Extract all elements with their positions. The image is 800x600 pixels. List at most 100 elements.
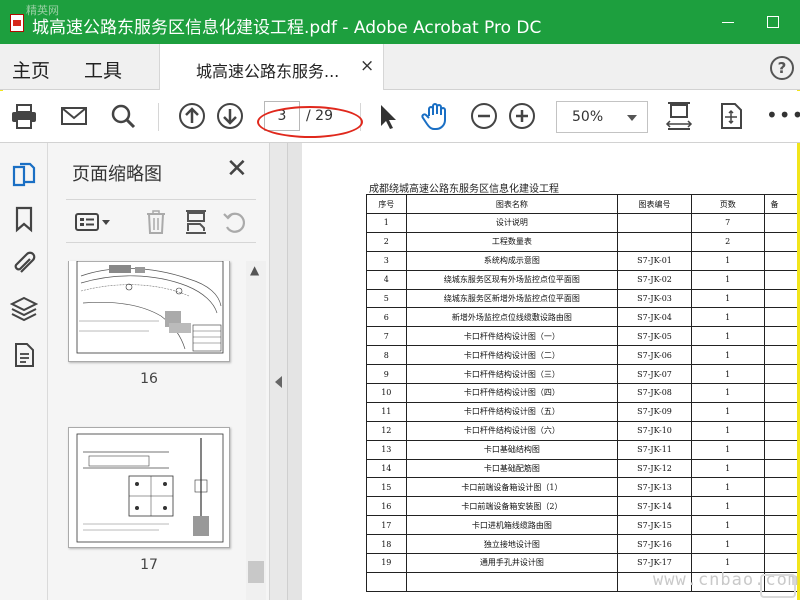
table-cell: S7-JK-06 — [617, 345, 692, 366]
scrollbar-thumb[interactable] — [248, 561, 264, 583]
collapse-arrow-icon — [275, 376, 282, 388]
table-cell: 1 — [690, 515, 765, 536]
chevron-down-icon — [627, 115, 637, 121]
page-thumbnail-17[interactable] — [68, 427, 230, 548]
table-cell: S7-JK-09 — [617, 401, 692, 422]
column-header: 序号 — [366, 194, 407, 214]
fit-width-icon[interactable] — [664, 101, 696, 131]
table-cell: 1 — [690, 496, 765, 517]
table-row: 6 新增外场监控点位线缆敷设路由图 S7-JK-04 1 — [366, 307, 797, 328]
pdf-page: 成都绕城高速公路东服务区信息化建设工程 序号 图表名称 图表编号 页数 备 1设… — [302, 143, 797, 600]
close-tab-icon[interactable]: × — [360, 56, 374, 76]
table-cell: 绕城东服务区现有外场监控点位平面图 — [405, 269, 619, 290]
table-cell — [763, 401, 797, 422]
help-icon[interactable]: ? — [770, 56, 794, 80]
table-cell: 10 — [366, 383, 407, 403]
table-cell: 8 — [366, 345, 407, 366]
page-thumbnail-16[interactable] — [68, 261, 230, 362]
table-cell — [763, 269, 797, 290]
table-cell — [763, 364, 797, 385]
table-row: 8 卡口杆件结构设计图（二） S7-JK-06 1 — [366, 345, 797, 366]
table-row: 17 卡口进机箱线缆路由图 S7-JK-15 1 — [366, 515, 797, 536]
menu-tab-row: 主页 工具 城高速公路东服务... × ? — [0, 44, 800, 90]
email-icon[interactable] — [59, 101, 89, 131]
pdf-file-icon — [10, 14, 24, 32]
table-cell: 1 — [690, 288, 765, 309]
table-cell — [763, 439, 797, 460]
table-cell — [763, 288, 797, 309]
table-cell: 设计说明 — [405, 213, 619, 233]
more-tools-icon[interactable]: ••• — [766, 103, 800, 127]
previous-page-icon[interactable] — [177, 101, 207, 131]
insert-page-icon[interactable] — [182, 208, 210, 236]
table-cell: 工程数量表 — [405, 231, 619, 252]
hand-tool-icon[interactable] — [420, 101, 450, 131]
table-cell: S7-JK-16 — [617, 534, 692, 555]
page-thumbnails-icon[interactable] — [10, 161, 38, 189]
select-cursor-icon[interactable] — [372, 101, 402, 131]
attachment-icon[interactable] — [10, 249, 38, 277]
zoom-select[interactable]: 50% — [556, 101, 648, 133]
table-cell: 1 — [690, 439, 765, 460]
search-icon[interactable] — [108, 101, 138, 131]
table-cell: S7-JK-07 — [617, 364, 692, 385]
table-cell: 卡口杆件结构设计图（五） — [405, 401, 619, 422]
layers-icon[interactable] — [9, 295, 39, 323]
column-header: 页数 — [690, 194, 765, 214]
table-cell — [366, 571, 407, 592]
table-row: 14 卡口基础配筋图 S7-JK-12 1 — [366, 458, 797, 479]
table-cell: 4 — [366, 269, 407, 290]
table-cell: S7-JK-12 — [617, 458, 692, 479]
table-cell: 7 — [366, 326, 407, 347]
collapse-panel-handle[interactable] — [270, 143, 288, 600]
table-cell: 卡口前端设备箱安装图（2） — [405, 496, 619, 517]
table-cell — [763, 231, 797, 252]
table-cell: 卡口进机箱线缆路由图 — [405, 515, 619, 536]
thumbnail-options-icon[interactable] — [74, 208, 114, 236]
document-tab[interactable]: 城高速公路东服务... × — [159, 44, 384, 90]
thumbnail-scrollbar[interactable]: ▲ — [246, 261, 266, 600]
table-cell: S7-JK-02 — [617, 269, 692, 290]
maximize-icon[interactable] — [767, 16, 779, 28]
table-cell: 卡口杆件结构设计图（二） — [405, 345, 619, 366]
table-cell — [763, 307, 797, 328]
rotate-icon[interactable] — [220, 208, 248, 236]
left-navigation-pane — [0, 143, 48, 600]
toolbar: 3 / 29 50% ••• — [0, 91, 800, 143]
panel-title: 页面缩略图 — [72, 164, 162, 185]
table-cell: 卡口前端设备箱设计图（1） — [405, 477, 619, 498]
tools-menu[interactable]: 工具 — [84, 56, 122, 83]
table-cell: 1 — [690, 420, 765, 441]
table-cell: 19 — [366, 553, 407, 573]
table-cell: 2 — [690, 231, 765, 252]
column-header: 图表编号 — [617, 194, 692, 214]
table-cell: 17 — [366, 515, 407, 536]
table-cell: 绕城东服务区新增外场监控点位平面图 — [405, 288, 619, 309]
table-cell: 7 — [690, 213, 765, 233]
table-cell — [763, 534, 797, 555]
table-cell: S7-JK-03 — [617, 288, 692, 309]
next-page-icon[interactable] — [215, 101, 245, 131]
toolbar-divider — [158, 103, 159, 131]
minimize-icon[interactable] — [722, 22, 734, 23]
full-screen-icon[interactable] — [716, 101, 746, 131]
print-icon[interactable] — [9, 101, 39, 131]
bookmark-icon[interactable] — [10, 205, 38, 233]
table-cell — [763, 515, 797, 536]
site-logo-icon — [760, 574, 796, 598]
table-cell: 1 — [690, 345, 765, 366]
scroll-up-icon[interactable]: ▲ — [250, 263, 259, 277]
table-cell — [763, 496, 797, 517]
zoom-out-icon[interactable] — [469, 101, 499, 131]
document-tab-label: 城高速公路东服务... — [196, 62, 340, 81]
close-panel-icon[interactable]: ✕ — [226, 156, 248, 182]
content-document-icon[interactable] — [10, 341, 38, 369]
home-menu[interactable]: 主页 — [12, 56, 50, 83]
page-thumbnails-panel: 页面缩略图 ✕ 16 17 ▲ — [48, 143, 270, 600]
delete-icon[interactable] — [142, 208, 170, 236]
table-cell: 3 — [366, 250, 407, 271]
table-row: 18 独立接地设计图 S7-JK-16 1 — [366, 534, 797, 555]
zoom-in-icon[interactable] — [507, 101, 537, 131]
document-viewer[interactable]: 成都绕城高速公路东服务区信息化建设工程 序号 图表名称 图表编号 页数 备 1设… — [288, 143, 797, 600]
table-cell — [763, 345, 797, 366]
